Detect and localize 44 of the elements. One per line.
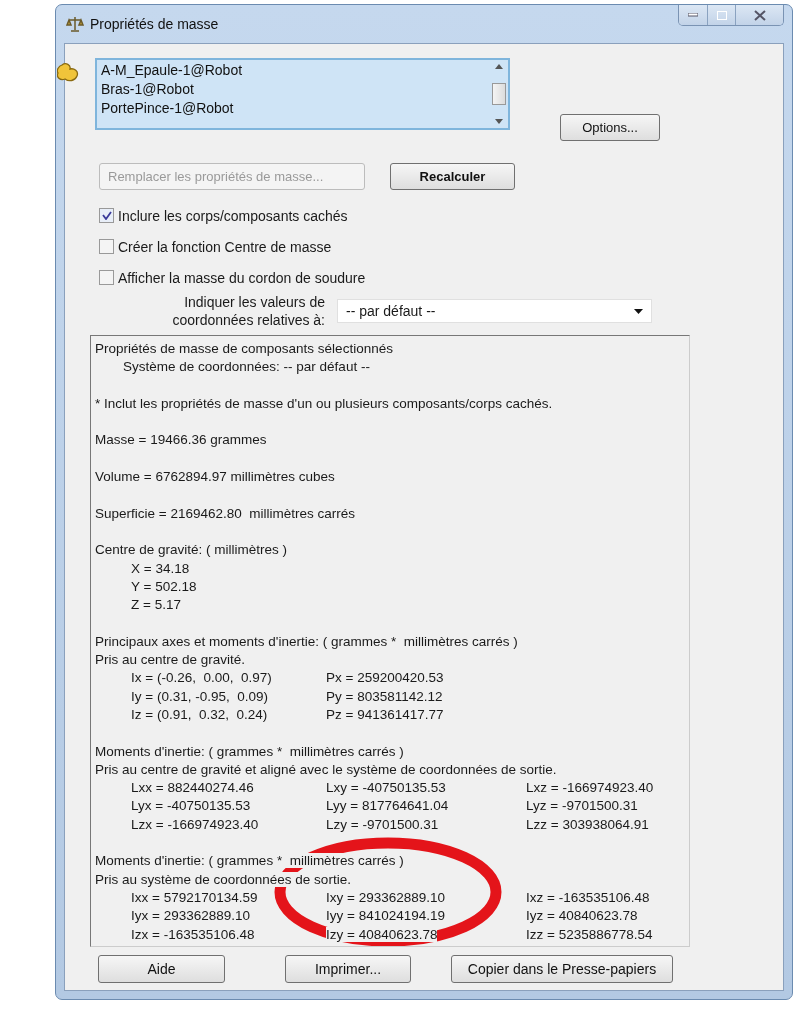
close-button[interactable] bbox=[735, 5, 783, 25]
result-value: Iyz = 40840623.78 bbox=[526, 908, 638, 924]
coordinates-dropdown[interactable]: -- par défaut -- bbox=[337, 299, 652, 323]
checkbox[interactable] bbox=[99, 239, 114, 254]
checkbox-label: Inclure les corps/composants cachés bbox=[118, 207, 348, 224]
options-button[interactable]: Options... bbox=[560, 114, 660, 141]
component-item[interactable]: PortePince-1@Robot bbox=[101, 99, 490, 118]
result-text: Propriétés de masse de composants sélectionnés bbox=[95, 341, 393, 356]
result-value: Iyx = 293362889.10 bbox=[131, 908, 250, 924]
recalculate-button[interactable]: Recalculer bbox=[390, 163, 515, 190]
component-item[interactable]: Bras-1@Robot bbox=[101, 80, 490, 99]
scale-icon bbox=[66, 15, 84, 33]
component-item[interactable]: A-M_Epaule-1@Robot bbox=[101, 61, 490, 80]
close-icon bbox=[753, 9, 766, 21]
coordinates-label: Indiquer les valeurs de coordonnées relatives à: bbox=[171, 293, 325, 329]
result-value: Izy = 40840623.78 bbox=[326, 926, 438, 942]
checkbox[interactable] bbox=[99, 208, 114, 223]
result-text: Pris au système de coordonnées de sortie. bbox=[95, 871, 351, 887]
result-value: Ix = (-0.26, 0.00, 0.97) bbox=[131, 670, 272, 686]
components-icon bbox=[57, 62, 81, 84]
checkbox[interactable] bbox=[99, 270, 114, 285]
maximize-icon bbox=[716, 10, 727, 20]
checkbox-label: Créer la fonction Centre de masse bbox=[118, 238, 332, 255]
result-value: Lyx = -40750135.53 bbox=[131, 798, 251, 814]
footer-button[interactable]: Imprimer... bbox=[285, 955, 411, 983]
result-value: Lxy = -40750135.53 bbox=[326, 780, 446, 796]
result-text: Système de coordonnées: -- par défaut -- bbox=[123, 359, 370, 375]
window-title: Propriétés de masse bbox=[90, 16, 220, 32]
footer-button[interactable]: Aide bbox=[98, 955, 225, 983]
dropdown-arrow-icon bbox=[634, 308, 643, 314]
minimize-icon bbox=[688, 13, 698, 17]
result-value: Lyy = 817764641.04 bbox=[326, 798, 449, 814]
result-value: Iyy = 841024194.19 bbox=[326, 908, 445, 924]
result-value: Lyz = -9701500.31 bbox=[526, 798, 638, 814]
result-text: Moments d'inertie: ( grammes * millimètres carrés ) bbox=[95, 853, 404, 869]
footer-button[interactable]: Copier dans le Presse-papiers bbox=[451, 955, 673, 983]
component-list[interactable]: A-M_Epaule-1@Robot Bras-1@Robot PortePince-1@Robot bbox=[95, 58, 510, 130]
scroll-up-icon[interactable] bbox=[495, 64, 503, 69]
scroll-down-icon[interactable] bbox=[495, 119, 503, 124]
checkbox-label: Afficher la masse du cordon de soudure bbox=[118, 269, 366, 286]
result-text: Pris au centre de gravité. bbox=[95, 652, 246, 668]
result-text: Centre de gravité: ( millimètres ) bbox=[95, 542, 288, 558]
maximize-button[interactable] bbox=[707, 5, 735, 25]
result-text: Masse = 19466.36 grammes bbox=[95, 432, 267, 448]
